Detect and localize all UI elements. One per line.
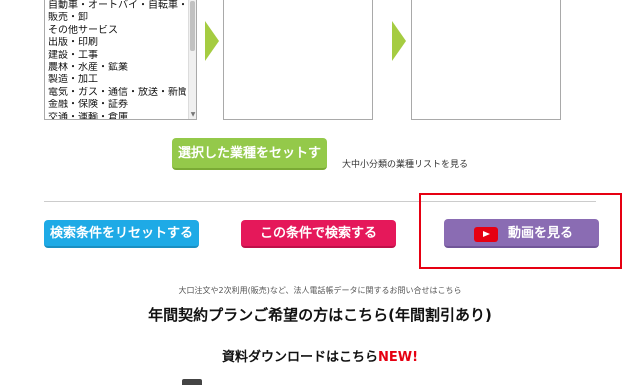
listbox-scrollbar[interactable]: ▼ bbox=[188, 0, 196, 119]
new-badge: NEW! bbox=[377, 350, 419, 365]
annual-plan-link[interactable]: 年間契約プランご希望の方はこちら(年間割引あり) bbox=[0, 304, 640, 325]
set-industry-button[interactable]: 選択した業種をセットする bbox=[172, 138, 327, 193]
inquiry-note-link[interactable]: 大口注文や2次利用(販売)など、法人電話帳データに関するお問い合せはこちら bbox=[0, 285, 640, 296]
reset-conditions-button[interactable]: 検索条件をリセットする bbox=[44, 220, 199, 248]
list-item[interactable]: 金融・保険・証券 bbox=[48, 99, 186, 111]
youtube-play-icon bbox=[474, 227, 498, 242]
search-button[interactable]: この条件で検索する bbox=[241, 220, 396, 248]
list-item[interactable]: 電気・ガス・通信・放送・新聞 bbox=[48, 87, 186, 99]
list-item[interactable]: その他サービス bbox=[48, 25, 186, 37]
watch-video-label: 動画を見る bbox=[508, 226, 574, 241]
industry-category-listbox[interactable]: 自動車・オートバイ・自転車・ドライブ 販売・卸 その他サービス 出版・印刷 建設… bbox=[44, 0, 197, 120]
chevron-right-icon bbox=[205, 21, 219, 61]
scroll-down-icon[interactable]: ▼ bbox=[189, 111, 196, 119]
chevron-right-icon bbox=[392, 21, 406, 61]
scroll-thumb[interactable] bbox=[190, 1, 195, 51]
watch-video-button[interactable]: 動画を見る bbox=[444, 219, 599, 248]
list-item[interactable]: 自動車・オートバイ・自転車・ドライブ bbox=[48, 0, 186, 12]
download-link[interactable]: 資料ダウンロードはこちらNEW! bbox=[0, 346, 640, 365]
list-item[interactable]: 製造・加工 bbox=[48, 74, 186, 86]
download-label: 資料ダウンロードはこちら bbox=[221, 350, 378, 365]
list-item[interactable]: 建設・工事 bbox=[48, 50, 186, 62]
document-icon bbox=[182, 379, 202, 385]
list-item[interactable]: 販売・卸 bbox=[48, 12, 186, 24]
list-item[interactable]: 農林・水産・鉱業 bbox=[48, 62, 186, 74]
industry-middle-listbox[interactable] bbox=[223, 0, 373, 120]
list-item[interactable]: 出版・印刷 bbox=[48, 37, 186, 49]
industry-small-listbox[interactable] bbox=[411, 0, 561, 120]
industry-list-link[interactable]: 大中小分類の業種リストを見る bbox=[342, 157, 468, 170]
list-item[interactable]: 交通・運輸・倉庫 bbox=[48, 112, 186, 119]
industry-category-items: 自動車・オートバイ・自転車・ドライブ 販売・卸 その他サービス 出版・印刷 建設… bbox=[48, 0, 186, 119]
